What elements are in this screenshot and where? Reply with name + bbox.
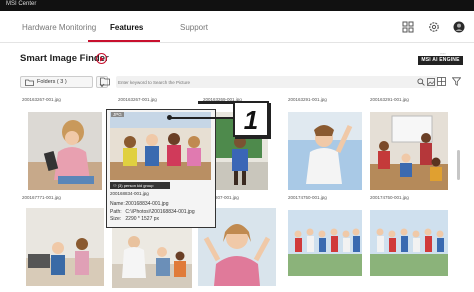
tab-features[interactable]: Features: [110, 23, 143, 32]
photo-thumbnail[interactable]: [112, 228, 192, 288]
callout-leader: [170, 117, 233, 119]
search-input[interactable]: [118, 77, 413, 87]
photo-caption: 200167771-001.jpg: [22, 195, 61, 200]
selected-photo[interactable]: [110, 112, 211, 180]
tag-list: (3) person kid group: [117, 183, 154, 188]
selected-photo-card[interactable]: JPG ⚇ (3) person kid group 200168834-001…: [106, 109, 216, 228]
gear-icon[interactable]: [428, 21, 440, 33]
photo-caption: 200174750-001.jpg: [370, 195, 409, 200]
photo-info: Name: 200168834-001.jpg Path: C:\\Photos…: [110, 201, 195, 224]
info-path-value: C:\\Photos\\200168834-001.jpg: [125, 208, 195, 215]
info-label: Path:: [110, 208, 122, 215]
avatar[interactable]: [453, 21, 465, 33]
photo-caption: 200163291-001.jpg: [370, 97, 409, 102]
info-name-value: 200168834-001.jpg: [125, 201, 169, 207]
photo-thumbnail[interactable]: [28, 112, 102, 190]
window-title: MSI Center: [6, 1, 37, 7]
photo-thumbnail[interactable]: [26, 208, 104, 286]
scrollbar[interactable]: [457, 150, 460, 180]
photo-caption: 200168834-001.jpg: [110, 191, 149, 196]
info-size-value: 2290 * 1527 px: [125, 216, 160, 222]
info-label: Size:: [110, 216, 122, 222]
folder-selector[interactable]: Folders ( 3 ): [20, 76, 93, 88]
tab-hardware-monitoring[interactable]: Hardware Monitoring: [22, 23, 96, 32]
toolbar: Folders ( 3 ): [20, 76, 463, 90]
filter-icon[interactable]: [452, 77, 461, 86]
divider: [0, 42, 474, 43]
play-icon[interactable]: [96, 53, 107, 64]
image-search-icon[interactable]: [427, 78, 435, 86]
photo-thumbnail[interactable]: [288, 210, 362, 276]
info-label: Name:: [110, 201, 125, 207]
search-icon[interactable]: [417, 78, 425, 86]
photo-thumbnail[interactable]: [370, 112, 448, 190]
tab-support[interactable]: Support: [180, 23, 208, 32]
photo-caption: 200163267-001.jpg: [118, 97, 157, 102]
grid-apps-icon[interactable]: [402, 21, 414, 33]
photo-caption: 200163267-001.jpg: [22, 97, 61, 102]
folder-count-label: Folders ( 3 ): [37, 79, 67, 85]
photo-caption: 200174750-001.jpg: [288, 195, 327, 200]
format-badge: JPG: [111, 112, 124, 117]
search-bar: [116, 76, 438, 88]
grid-view-icon[interactable]: [437, 77, 446, 86]
folder-icon: [25, 79, 34, 86]
photo-thumbnail[interactable]: [370, 210, 448, 276]
photo-caption: 200163291-001.jpg: [288, 97, 327, 102]
callout-number: 1: [233, 101, 269, 137]
title-bar: MSI Center: [0, 0, 474, 11]
open-folder-icon[interactable]: [100, 77, 110, 86]
photo-thumbnail[interactable]: [288, 112, 362, 190]
tag-bar: ⚇ (3) person kid group: [110, 182, 170, 189]
ai-engine-badge: MSI AI ENGINE: [418, 56, 463, 65]
